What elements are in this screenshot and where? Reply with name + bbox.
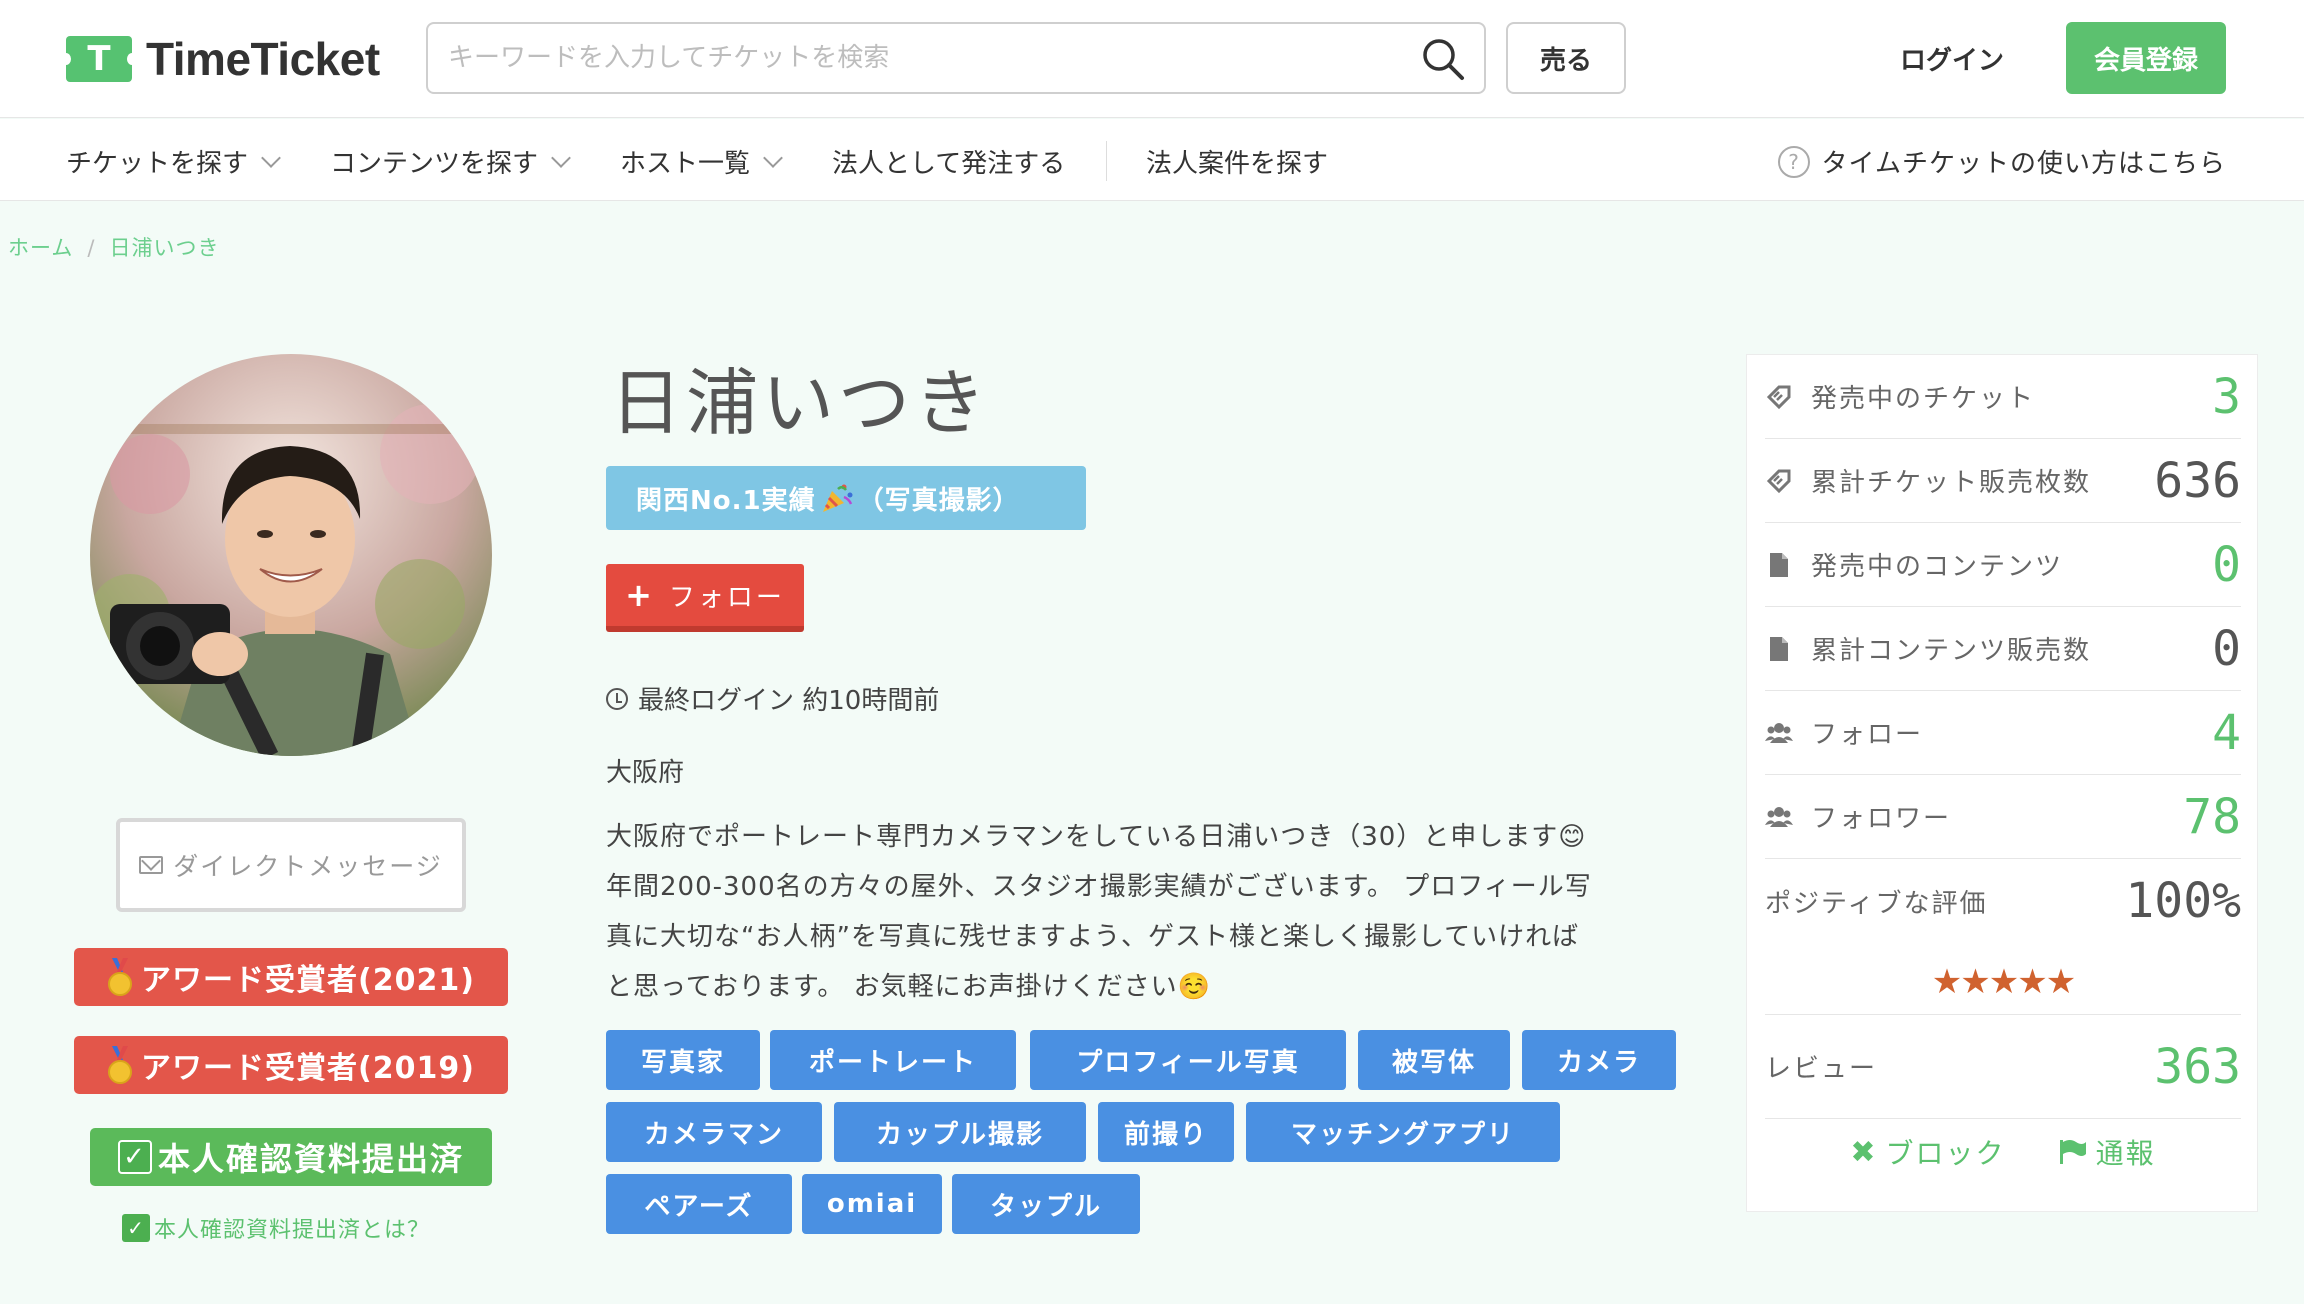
site-header: T TimeTicket 売る ログイン 会員登録 bbox=[0, 0, 2304, 118]
host-avatar bbox=[90, 354, 492, 756]
tag[interactable]: カメラ bbox=[1522, 1030, 1676, 1090]
logo-ticket-icon: T bbox=[61, 36, 137, 82]
tag[interactable]: 前撮り bbox=[1098, 1102, 1234, 1162]
star-icons: ★★★★★ bbox=[1931, 961, 2076, 1002]
nav-help-link[interactable]: ? タイムチケットの使い方はこちら bbox=[1777, 143, 2226, 180]
logo-text: TimeTicket bbox=[146, 33, 380, 85]
site-logo[interactable]: T TimeTicket bbox=[61, 33, 380, 85]
stat-value: 0 bbox=[2212, 536, 2241, 593]
ticket-icon bbox=[1766, 385, 1791, 409]
search-input[interactable] bbox=[448, 36, 1388, 80]
bio-line: 真に大切な“お人柄”を写真に残せますよう、ゲスト様と楽しく撮影していければ bbox=[606, 922, 1580, 952]
document-icon bbox=[1770, 552, 1788, 577]
host-name: 日浦いつき bbox=[610, 361, 991, 445]
ticket-icon bbox=[1766, 469, 1791, 493]
users-icon bbox=[1765, 722, 1793, 743]
report-link[interactable]: 通報 bbox=[2058, 1132, 2156, 1172]
stat-total-contents-sold: 累計コンテンツ販売数 0 bbox=[1765, 607, 2241, 691]
party-popper-icon bbox=[822, 484, 853, 512]
follow-button[interactable]: + フォロー bbox=[606, 564, 804, 632]
stat-value: 636 bbox=[2154, 452, 2241, 509]
stat-total-tickets-sold: 累計チケット販売枚数 636 bbox=[1765, 439, 2241, 523]
breadcrumb-separator: / bbox=[87, 236, 96, 260]
identity-verified-help-link[interactable]: ✓ 本人確認資料提出済とは？ bbox=[122, 1212, 430, 1244]
host-bio: 大阪府でポートレート専門カメラマンをしている日浦いつき（30）と申します😊 年間… bbox=[606, 812, 1682, 1012]
breadcrumb-current[interactable]: 日浦いつき bbox=[109, 236, 219, 260]
tag[interactable]: カップル撮影 bbox=[834, 1102, 1086, 1162]
document-icon bbox=[1770, 636, 1788, 661]
identity-verified-badge: ✓ 本人確認資料提出済 bbox=[90, 1128, 492, 1186]
tag[interactable]: 写真家 bbox=[606, 1030, 760, 1090]
last-login: 最終ログイン 約10時間前 bbox=[606, 680, 939, 717]
chevron-down-icon bbox=[261, 147, 281, 168]
check-mark-icon: ✓ bbox=[117, 1140, 152, 1174]
nav-find-tickets[interactable]: チケットを探す bbox=[66, 143, 281, 180]
stat-value: 78 bbox=[2183, 788, 2241, 845]
question-circle-icon: ? bbox=[1777, 145, 1810, 178]
bio-line: 大阪府でポートレート専門カメラマンをしている日浦いつき（30）と申します😊 bbox=[606, 822, 1587, 852]
tag[interactable]: プロフィール写真 bbox=[1030, 1030, 1346, 1090]
host-stats-panel: 発売中のチケット 3 累計チケット販売枚数 636 発売中のコンテンツ 0 累計… bbox=[1746, 354, 2258, 1212]
flag-icon bbox=[2059, 1140, 2086, 1164]
bio-line: と思っております。 お気軽にお声掛けください☺️ bbox=[606, 972, 1211, 1002]
host-actions: ✖ ブロック 通報 bbox=[1747, 1127, 2259, 1177]
host-location: 大阪府 bbox=[606, 758, 685, 788]
host-avatar-photo bbox=[90, 354, 492, 756]
stat-value: 0 bbox=[2212, 620, 2241, 677]
stat-contents-on-sale[interactable]: 発売中のコンテンツ 0 bbox=[1765, 523, 2241, 607]
tag[interactable]: マッチングアプリ bbox=[1246, 1102, 1560, 1162]
rating-stars: ★★★★★ bbox=[1765, 949, 2241, 1015]
nav-order-as-corporate[interactable]: 法人として発注する bbox=[832, 143, 1065, 180]
tag[interactable]: ペアーズ bbox=[606, 1174, 792, 1234]
tag[interactable]: ポートレート bbox=[770, 1030, 1016, 1090]
stat-tickets-on-sale[interactable]: 発売中のチケット 3 bbox=[1765, 355, 2241, 439]
login-link[interactable]: ログイン bbox=[1900, 40, 2004, 77]
catchphrase-badge: 関西No.1実績 （写真撮影） bbox=[606, 466, 1086, 530]
chevron-down-icon bbox=[551, 147, 571, 168]
clock-icon bbox=[606, 687, 628, 710]
tag[interactable]: omiai bbox=[802, 1174, 942, 1234]
award-badge-2019: アワード受賞者(2019) bbox=[74, 1036, 508, 1094]
stat-followers[interactable]: フォロワー 78 bbox=[1765, 775, 2241, 859]
award-badge-2021: アワード受賞者(2021) bbox=[74, 948, 508, 1006]
plus-icon: + bbox=[625, 576, 655, 614]
breadcrumb-home[interactable]: ホーム bbox=[8, 236, 73, 260]
medal-icon bbox=[108, 1046, 133, 1084]
bio-line: 年間200-300名の方々の屋外、スタジオ撮影実績がございます。 プロフィール写 bbox=[606, 872, 1592, 902]
medal-icon bbox=[108, 958, 133, 996]
breadcrumb: ホーム / 日浦いつき bbox=[8, 232, 219, 262]
close-icon: ✖ bbox=[1850, 1134, 1878, 1170]
register-button[interactable]: 会員登録 bbox=[2066, 22, 2226, 94]
block-link[interactable]: ✖ ブロック bbox=[1850, 1132, 2005, 1172]
nav-host-list[interactable]: ホスト一覧 bbox=[620, 143, 783, 180]
tag[interactable]: 被写体 bbox=[1358, 1030, 1510, 1090]
stat-positive-rating: ポジティブな評価 100% bbox=[1765, 873, 2241, 929]
stat-value: 3 bbox=[2212, 368, 2241, 425]
tag[interactable]: タップル bbox=[952, 1174, 1140, 1234]
sell-button[interactable]: 売る bbox=[1506, 22, 1626, 94]
stat-value: 4 bbox=[2212, 704, 2241, 761]
envelope-icon bbox=[139, 856, 164, 874]
stat-value: 363 bbox=[2154, 1038, 2241, 1095]
check-mark-icon: ✓ bbox=[122, 1214, 150, 1242]
main-nav: チケットを探す コンテンツを探す ホスト一覧 法人として発注する 法人案件を探す… bbox=[0, 119, 2304, 201]
stat-value: 100% bbox=[2125, 873, 2241, 929]
nav-find-contents[interactable]: コンテンツを探す bbox=[330, 143, 571, 180]
nav-divider bbox=[1106, 141, 1107, 181]
search-icon[interactable] bbox=[1420, 36, 1466, 82]
chevron-down-icon bbox=[763, 147, 783, 168]
tag[interactable]: カメラマン bbox=[606, 1102, 822, 1162]
direct-message-button[interactable]: ダイレクトメッセージ bbox=[116, 818, 466, 912]
stat-following[interactable]: フォロー 4 bbox=[1765, 691, 2241, 775]
users-icon bbox=[1765, 806, 1793, 827]
stat-reviews[interactable]: レビュー 363 bbox=[1765, 1015, 2241, 1119]
nav-find-corporate-jobs[interactable]: 法人案件を探す bbox=[1146, 143, 1328, 180]
search-box bbox=[426, 22, 1486, 94]
